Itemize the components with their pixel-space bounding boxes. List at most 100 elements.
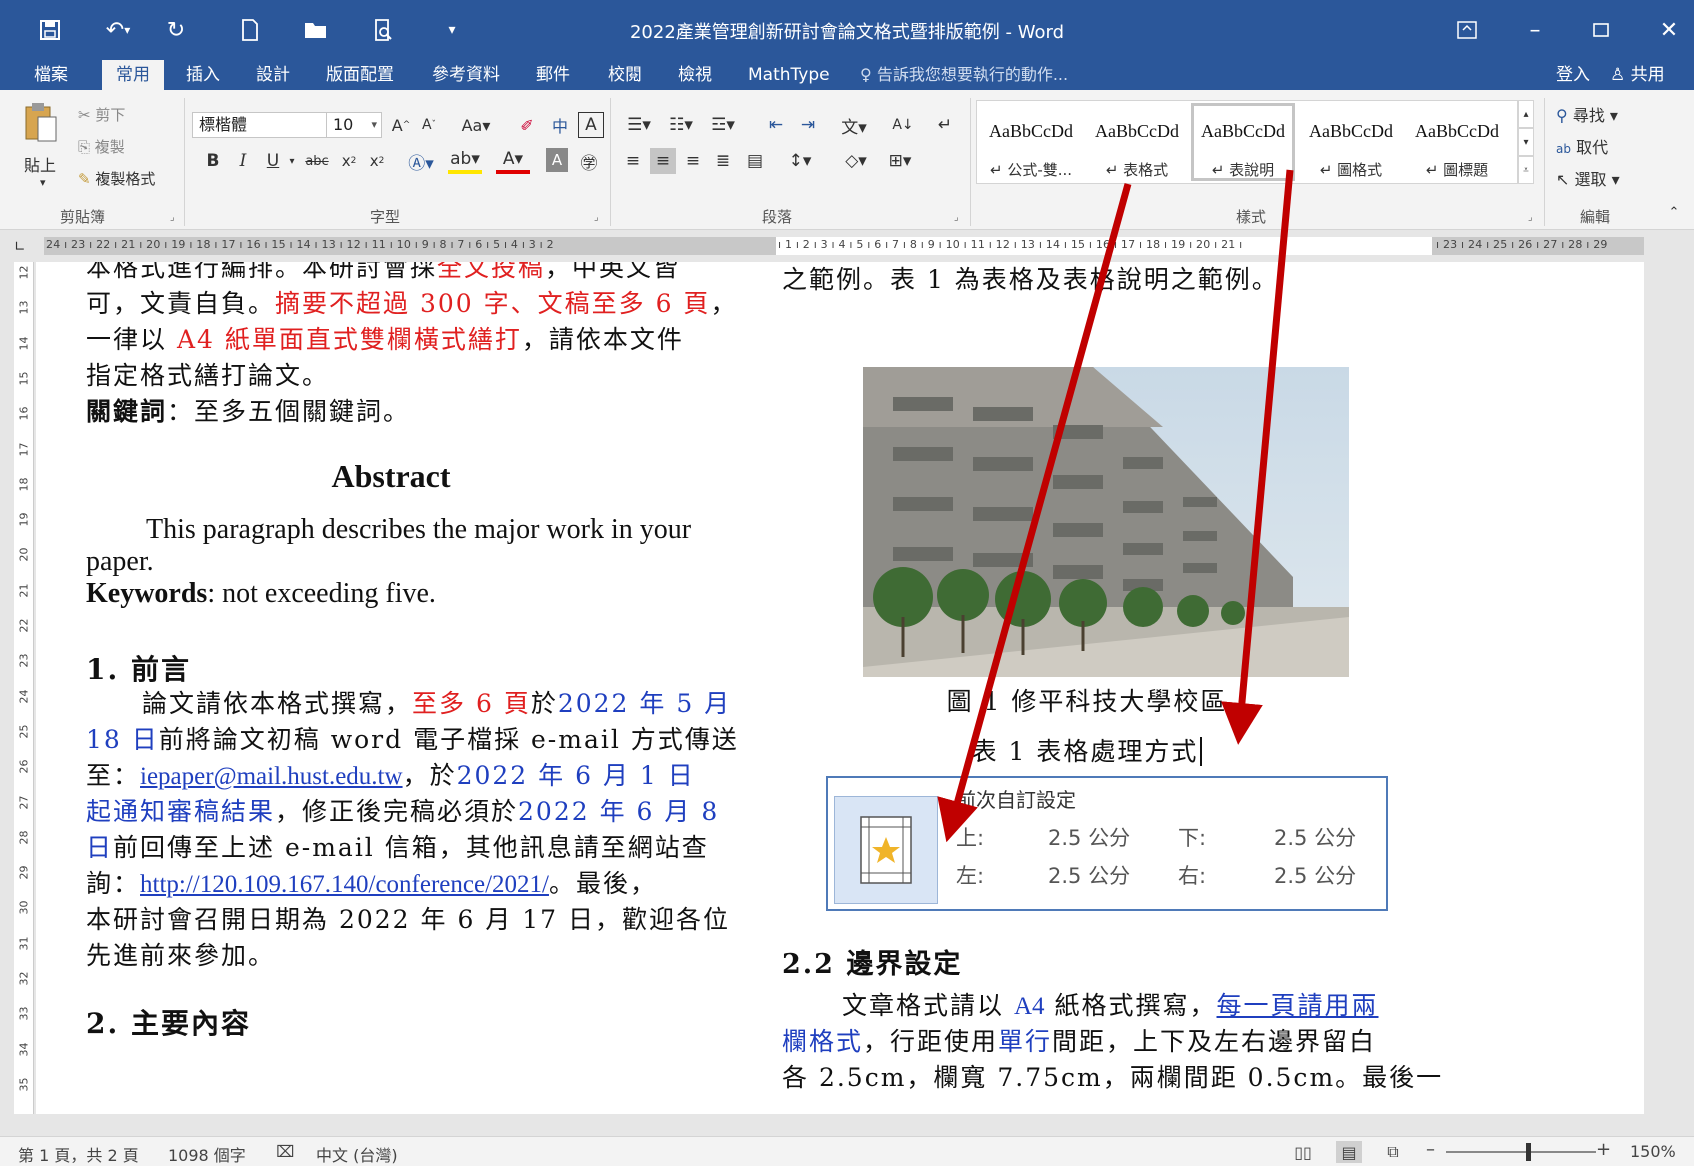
select-button[interactable]: ↖ 選取 ▾ — [1556, 166, 1620, 190]
bullets-icon[interactable]: ☰▾ — [620, 112, 658, 138]
tab-design[interactable]: 設計 — [242, 60, 304, 90]
vertical-ruler-number: 31 — [17, 936, 31, 951]
clipboard-launcher-icon[interactable]: ⌟ — [170, 212, 175, 223]
justify-icon[interactable]: ≣ — [710, 148, 736, 174]
style-table-caption[interactable]: AaBbCcDd ↵ 表說明 — [1191, 103, 1295, 181]
asian-layout-icon[interactable]: 文▾ — [836, 112, 872, 138]
style-figure-caption[interactable]: AaBbCcDd ↵ 圖標題 — [1405, 103, 1509, 181]
paste-label[interactable]: 貼上 — [24, 152, 56, 176]
align-right-icon[interactable]: ≡ — [680, 148, 706, 174]
format-painter-button[interactable]: ✎ 複製格式 — [78, 168, 155, 189]
tell-me-box[interactable]: ♀ 告訴我您想要執行的動作... — [860, 60, 1068, 90]
character-border-icon[interactable]: A — [578, 112, 604, 138]
cut-button[interactable]: ✂ 剪下 — [78, 104, 125, 125]
collapse-ribbon-icon[interactable]: ⌃ — [1664, 202, 1684, 222]
sort-icon[interactable]: A↓ — [890, 112, 916, 138]
document-area[interactable]: 本格式進行編排。本研討會採全文投稿，中英文皆 可，文責自負。摘要不超過 300 … — [36, 262, 1694, 1114]
word-count[interactable]: 1098 個字 — [168, 1142, 246, 1166]
multilevel-list-icon[interactable]: ☲▾ — [704, 112, 742, 138]
person-icon: ♙ — [1610, 65, 1626, 85]
numbering-icon[interactable]: ☷▾ — [662, 112, 700, 138]
enclose-characters-icon[interactable]: ㊫ — [576, 148, 602, 174]
tab-home[interactable]: 常用 — [102, 60, 164, 90]
font-launcher-icon[interactable]: ⌟ — [594, 212, 599, 223]
style-formula[interactable]: AaBbCcDd ↵ 公式-雙... — [979, 103, 1083, 181]
email-link[interactable]: iepaper@mail.hust.edu.tw — [140, 763, 403, 790]
style-figure-format[interactable]: AaBbCcDd ↵ 圖格式 — [1299, 103, 1403, 181]
character-shading-icon[interactable]: A — [546, 148, 568, 172]
italic-icon[interactable]: I — [232, 148, 254, 174]
tab-view[interactable]: 檢視 — [664, 60, 726, 90]
tab-mailings[interactable]: 郵件 — [522, 60, 584, 90]
tab-insert[interactable]: 插入 — [172, 60, 234, 90]
replace-button[interactable]: ab 取代 — [1556, 134, 1608, 158]
highlight-color-icon[interactable]: ab▾ — [448, 148, 482, 174]
bold-icon[interactable]: B — [202, 148, 224, 174]
line-spacing-icon[interactable]: ↕▾ — [782, 148, 818, 174]
table-caption: 表 1 表格處理方式 — [782, 732, 1392, 768]
share-button[interactable]: ♙ 共用 — [1610, 60, 1665, 90]
styles-more-icon[interactable]: ⩡ — [1518, 156, 1534, 184]
web-layout-icon[interactable]: ⧉ — [1380, 1141, 1406, 1163]
decrease-indent-icon[interactable]: ⇤ — [762, 112, 790, 138]
grow-font-icon[interactable]: A ^ — [390, 112, 412, 138]
align-left-icon[interactable]: ≡ — [620, 148, 646, 174]
text-cursor — [1200, 737, 1203, 766]
tab-layout[interactable]: 版面配置 — [312, 60, 408, 90]
horizontal-ruler[interactable]: ∟ 24 ı 23 ı 22 ı 21 ı 20 ı 19 ı 18 ı 17 … — [0, 231, 1694, 261]
signin-link[interactable]: 登入 — [1556, 60, 1590, 90]
copy-button[interactable]: ⎘ 複製 — [78, 136, 125, 157]
page-count[interactable]: 第 1 頁，共 2 頁 — [18, 1142, 139, 1166]
page[interactable]: 本格式進行編排。本研討會採全文投稿，中英文皆 可，文責自負。摘要不超過 300 … — [36, 262, 1644, 1114]
align-center-icon[interactable]: ≡ — [650, 148, 676, 174]
proofing-icon[interactable]: ⌧ — [276, 1142, 294, 1161]
zoom-slider[interactable] — [1446, 1151, 1596, 1153]
paste-icon[interactable] — [20, 98, 60, 148]
zoom-out-icon[interactable]: – — [1426, 1139, 1435, 1160]
paste-dropdown-icon[interactable]: ▾ — [40, 176, 46, 189]
tab-review[interactable]: 校閱 — [594, 60, 656, 90]
underline-icon[interactable]: U — [262, 148, 284, 174]
find-button[interactable]: ⚲ 尋找 ▾ — [1556, 102, 1618, 126]
campus-photo[interactable] — [863, 367, 1349, 677]
style-table-format[interactable]: AaBbCcDd ↵ 表格式 — [1085, 103, 1189, 181]
close-icon[interactable]: ✕ — [1646, 14, 1692, 46]
zoom-in-icon[interactable]: + — [1596, 1139, 1611, 1160]
font-color-icon[interactable]: A▾ — [496, 148, 530, 174]
shrink-font-icon[interactable]: Aˇ — [418, 112, 440, 138]
font-size-combo[interactable]: 10 ▾ — [326, 112, 382, 138]
ribbon-display-options-icon[interactable] — [1444, 14, 1490, 46]
change-case-button[interactable]: Aa ▾ — [456, 112, 496, 138]
increase-indent-icon[interactable]: ⇥ — [794, 112, 822, 138]
borders-icon[interactable]: ⊞▾ — [880, 148, 920, 174]
paragraph-launcher-icon[interactable]: ⌟ — [954, 212, 959, 223]
tab-selector-icon[interactable]: ∟ — [14, 239, 30, 255]
zoom-slider-thumb[interactable] — [1526, 1143, 1531, 1161]
print-layout-icon[interactable]: ▤ — [1336, 1141, 1362, 1163]
clipboard-group-label: 剪貼簿 — [60, 208, 106, 226]
website-link[interactable]: http://120.109.167.140/conference/2021/ — [140, 871, 549, 898]
minimize-icon[interactable]: – — [1512, 14, 1558, 46]
superscript-icon[interactable]: x2 — [366, 148, 388, 174]
subscript-icon[interactable]: x2 — [338, 148, 360, 174]
tab-file[interactable]: 檔案 — [20, 60, 82, 90]
read-mode-icon[interactable]: ▯▯ — [1290, 1141, 1316, 1163]
maximize-icon[interactable] — [1578, 14, 1624, 46]
tab-references[interactable]: 參考資料 — [418, 60, 514, 90]
styles-scroll-up-icon[interactable]: ▴ — [1518, 100, 1534, 128]
right-margin-label: 右: — [1178, 864, 1207, 888]
styles-launcher-icon[interactable]: ⌟ — [1528, 212, 1533, 223]
shading-icon[interactable]: ◇▾ — [838, 148, 874, 174]
clear-formatting-icon[interactable]: ✐ — [516, 112, 538, 138]
tab-mathtype[interactable]: MathType — [734, 60, 844, 90]
phonetic-guide-icon[interactable]: 中 — [546, 112, 574, 138]
styles-scroll-down-icon[interactable]: ▾ — [1518, 128, 1534, 156]
language-indicator[interactable]: 中文 (台灣) — [316, 1142, 398, 1166]
zoom-level[interactable]: 150% — [1630, 1142, 1676, 1161]
margin-preset-preview[interactable]: 前次自訂設定 上: 2.5 公分 下: 2.5 公分 左: 2.5 公分 右: … — [826, 776, 1388, 911]
strikethrough-icon[interactable]: abc — [302, 148, 332, 174]
chevron-down-icon[interactable]: ▾ — [286, 148, 298, 174]
text-effects-icon[interactable]: Ⓐ▾ — [404, 148, 438, 174]
distributed-icon[interactable]: ▤ — [742, 148, 768, 174]
show-marks-icon[interactable]: ↵ — [932, 112, 958, 138]
